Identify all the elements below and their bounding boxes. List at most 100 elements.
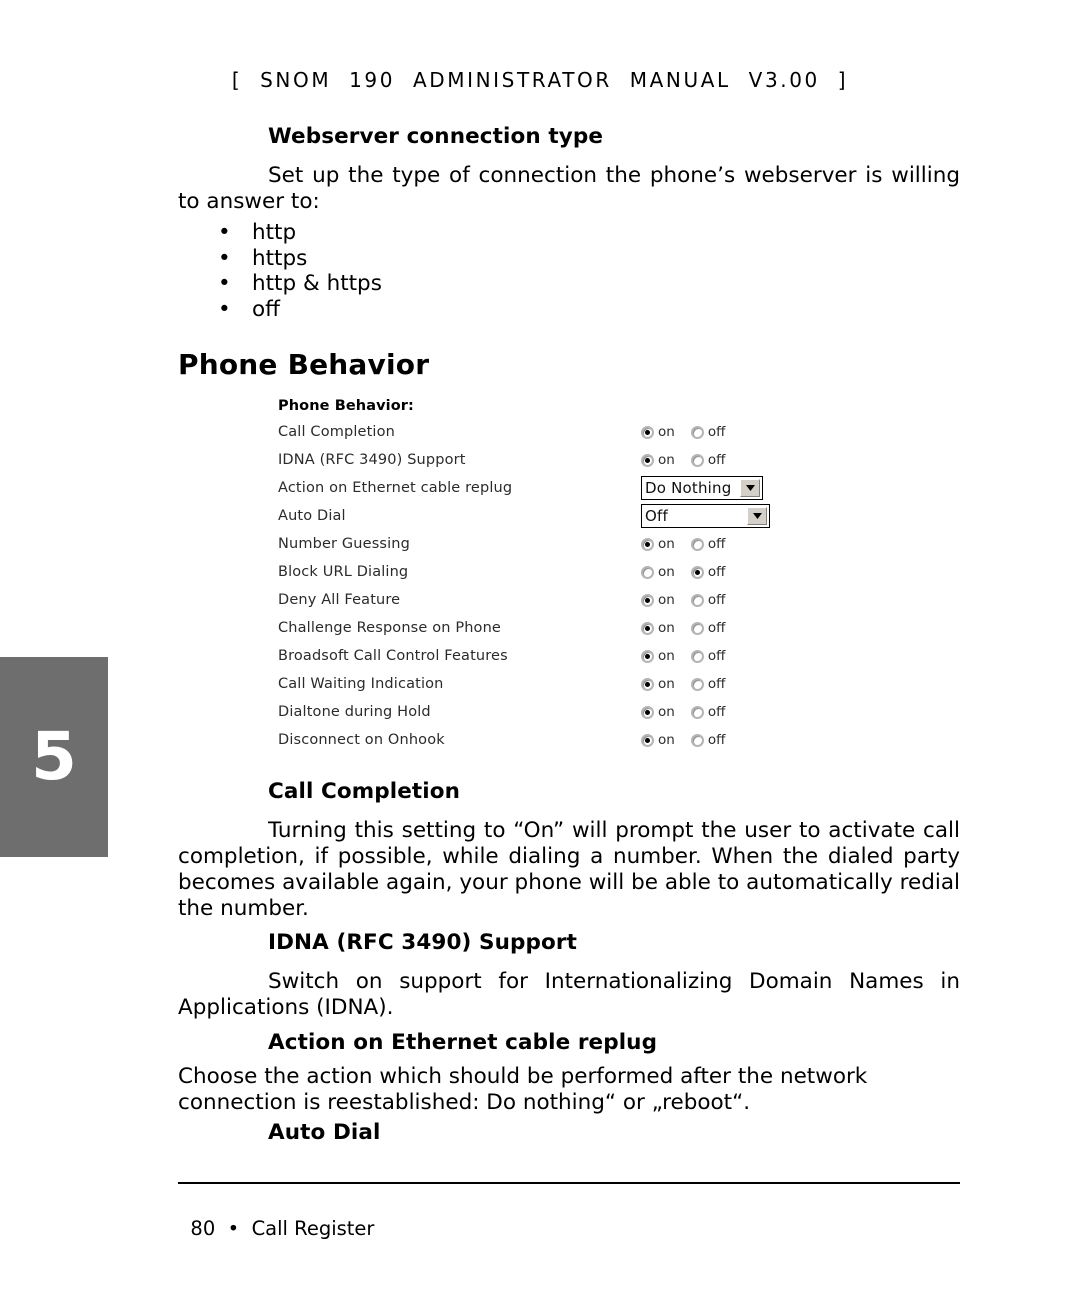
radio-button-icon[interactable]	[641, 537, 654, 551]
radio-option-label: on	[658, 592, 675, 608]
radio-button-icon[interactable]	[641, 425, 654, 439]
radio-option-label: off	[707, 536, 726, 552]
radio-option-off[interactable]: off	[690, 648, 726, 664]
dropdown-selected-value: Do Nothing	[645, 479, 732, 497]
radio-button-icon[interactable]	[690, 537, 704, 551]
form-row-controls: on off	[641, 558, 741, 586]
chapter-tab: 5	[0, 657, 108, 857]
form-row: Deny All Feature on off	[278, 586, 778, 614]
radio-button-icon[interactable]	[690, 733, 704, 747]
form-rows: Call Completion on off IDNA (RFC 3490) Supp…	[278, 418, 778, 754]
radio-button-icon[interactable]	[641, 705, 654, 719]
radio-option-on[interactable]: on	[641, 732, 675, 748]
radio-option-off[interactable]: off	[690, 424, 726, 440]
radio-option-label: on	[658, 648, 675, 664]
radio-group: on off	[641, 732, 741, 748]
heading-action-ethernet-replug: Action on Ethernet cable replug	[268, 1030, 658, 1055]
bullet-icon: •	[218, 245, 231, 271]
heading-auto-dial: Auto Dial	[268, 1120, 381, 1145]
form-row-controls: on off	[641, 418, 741, 446]
radio-button-icon[interactable]	[641, 593, 654, 607]
radio-button-icon[interactable]	[641, 453, 654, 467]
radio-option-on[interactable]: on	[641, 564, 675, 580]
form-row: Call Waiting Indication on off	[278, 670, 778, 698]
radio-option-off[interactable]: off	[690, 536, 726, 552]
form-row-controls: on off	[641, 726, 741, 754]
form-row-label: IDNA (RFC 3490) Support	[278, 452, 466, 468]
radio-group: on off	[641, 452, 741, 468]
radio-option-off[interactable]: off	[690, 564, 725, 580]
form-row-label: Number Guessing	[278, 536, 410, 552]
radio-option-on[interactable]: on	[641, 648, 675, 664]
radio-group: on off	[641, 648, 741, 664]
radio-option-on[interactable]: on	[641, 620, 675, 636]
radio-button-icon[interactable]	[690, 705, 704, 719]
footer-section-name: Call Register	[251, 1217, 375, 1240]
radio-option-off[interactable]: off	[690, 452, 725, 468]
radio-option-off[interactable]: off	[690, 592, 726, 608]
radio-button-icon[interactable]	[641, 733, 654, 747]
footer: 80 • Call Register	[178, 1194, 374, 1240]
radio-button-icon[interactable]	[690, 425, 704, 439]
radio-option-on[interactable]: on	[641, 424, 675, 440]
radio-option-label: on	[658, 732, 675, 748]
radio-option-label: off	[707, 620, 726, 636]
radio-option-on[interactable]: on	[641, 704, 675, 720]
radio-option-off[interactable]: off	[690, 620, 726, 636]
radio-option-label: off	[707, 648, 726, 664]
radio-group: on off	[641, 592, 741, 608]
dropdown-select[interactable]: Do Nothing	[641, 476, 763, 500]
radio-option-on[interactable]: on	[641, 676, 675, 692]
form-row-label: Broadsoft Call Control Features	[278, 648, 508, 664]
radio-button-icon[interactable]	[690, 565, 704, 579]
form-row: Disconnect on Onhook on off	[278, 726, 778, 754]
heading-webserver-connection-type: Webserver connection type	[268, 124, 604, 149]
chevron-down-icon[interactable]	[747, 507, 767, 525]
radio-button-icon[interactable]	[641, 621, 654, 635]
radio-button-icon[interactable]	[641, 677, 654, 691]
radio-option-label: on	[658, 620, 675, 636]
dropdown-select[interactable]: Off	[641, 504, 770, 528]
radio-group: on off	[641, 704, 741, 720]
form-row: Number Guessing on off	[278, 530, 778, 558]
list-item-label: https	[252, 245, 308, 271]
radio-button-icon[interactable]	[641, 649, 654, 663]
running-header: [ SNOM 190 ADMINISTRATOR MANUAL V3.00 ]	[231, 68, 849, 92]
form-row-controls: on off	[641, 530, 741, 558]
form-row-label: Auto Dial	[278, 508, 346, 524]
radio-button-icon[interactable]	[690, 453, 704, 467]
radio-option-label: off	[707, 424, 726, 440]
radio-option-on[interactable]: on	[641, 452, 675, 468]
form-row-label: Block URL Dialing	[278, 564, 409, 580]
radio-option-label: on	[658, 676, 675, 692]
radio-option-off[interactable]: off	[690, 704, 725, 720]
form-row: Dialtone during Hold on off	[278, 698, 778, 726]
form-row-controls: on off	[641, 614, 741, 642]
radio-option-label: on	[658, 536, 675, 552]
chevron-down-icon[interactable]	[740, 479, 760, 497]
paragraph-idna-support: Switch on support for Internationalizing…	[178, 969, 960, 1020]
radio-button-icon[interactable]	[690, 677, 704, 691]
radio-button-icon[interactable]	[690, 621, 704, 635]
radio-button-icon[interactable]	[641, 565, 654, 579]
radio-button-icon[interactable]	[690, 593, 704, 607]
radio-option-label: off	[707, 592, 726, 608]
radio-option-off[interactable]: off	[690, 732, 726, 748]
bullet-icon: •	[218, 220, 231, 245]
radio-button-icon[interactable]	[690, 649, 704, 663]
radio-option-label: on	[658, 452, 675, 468]
list-item: • https	[178, 246, 960, 272]
form-row-controls: on off	[641, 670, 741, 698]
radio-option-on[interactable]: on	[641, 536, 675, 552]
radio-option-label: off	[707, 732, 726, 748]
radio-option-off[interactable]: off	[690, 676, 725, 692]
form-row: Auto Dial Off	[278, 502, 778, 530]
dropdown-selected-value: Off	[645, 507, 668, 525]
footer-bullet-icon: •	[227, 1217, 240, 1240]
paragraph-call-completion: Turning this setting to “On” will prompt…	[178, 818, 960, 921]
radio-group: on off	[641, 536, 741, 552]
form-row: Call Completion on off	[278, 418, 778, 446]
heading-phone-behavior: Phone Behavior	[178, 348, 430, 381]
form-row-controls: on off	[641, 698, 741, 726]
radio-option-on[interactable]: on	[641, 592, 675, 608]
